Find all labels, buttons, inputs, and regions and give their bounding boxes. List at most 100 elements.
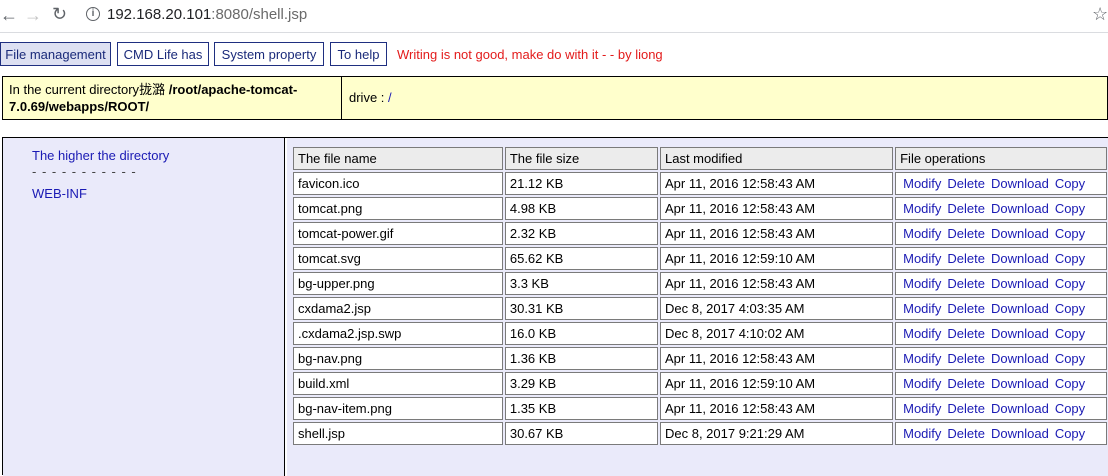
download-link[interactable]: Download: [991, 351, 1049, 366]
garbled-text: 拢潞: [139, 82, 166, 97]
last-modified-cell: Apr 11, 2016 12:58:43 AM: [659, 222, 894, 245]
menu-file-management-button[interactable]: File management: [0, 42, 111, 66]
copy-link[interactable]: Copy: [1055, 276, 1085, 291]
modify-link[interactable]: Modify: [903, 176, 941, 191]
delete-link[interactable]: Delete: [947, 226, 985, 241]
menu-cmd-button[interactable]: CMD Life has: [117, 42, 209, 66]
delete-link[interactable]: Delete: [947, 376, 985, 391]
copy-link[interactable]: Copy: [1055, 176, 1085, 191]
download-link[interactable]: Download: [991, 426, 1049, 441]
table-header-row: The file name The file size Last modifie…: [293, 147, 1107, 170]
delete-link[interactable]: Delete: [947, 426, 985, 441]
file-operations-cell: Modify Delete Download Copy: [895, 197, 1107, 220]
url-host: 192.168.20.101: [107, 6, 212, 23]
url-field[interactable]: 192.168.20.101:8080/shell.jsp: [107, 6, 307, 24]
file-name-cell: bg-upper.png: [293, 272, 503, 295]
file-size-cell: 30.31 KB: [504, 297, 658, 320]
header-file-operations: File operations: [895, 147, 1107, 170]
copy-link[interactable]: Copy: [1055, 426, 1085, 441]
modify-link[interactable]: Modify: [903, 426, 941, 441]
download-link[interactable]: Download: [991, 176, 1049, 191]
modify-link[interactable]: Modify: [903, 201, 941, 216]
bookmark-star-icon[interactable]: ☆: [1092, 4, 1108, 25]
url-rest: :8080/shell.jsp: [211, 6, 308, 23]
header-file-size: The file size: [504, 147, 658, 170]
download-link[interactable]: Download: [991, 251, 1049, 266]
download-link[interactable]: Download: [991, 226, 1049, 241]
download-link[interactable]: Download: [991, 401, 1049, 416]
download-link[interactable]: Download: [991, 376, 1049, 391]
last-modified-cell: Apr 11, 2016 12:58:43 AM: [659, 397, 894, 420]
modify-link[interactable]: Modify: [903, 301, 941, 316]
delete-link[interactable]: Delete: [947, 176, 985, 191]
delete-link[interactable]: Delete: [947, 251, 985, 266]
modify-link[interactable]: Modify: [903, 376, 941, 391]
delete-link[interactable]: Delete: [947, 326, 985, 341]
table-row: bg-upper.png 3.3 KB Apr 11, 2016 12:58:43 …: [293, 272, 1107, 295]
file-table: The file name The file size Last modifie…: [291, 145, 1108, 447]
download-link[interactable]: Download: [991, 301, 1049, 316]
parent-directory-link[interactable]: The higher the directory: [32, 148, 169, 163]
copy-link[interactable]: Copy: [1055, 401, 1085, 416]
download-link[interactable]: Download: [991, 276, 1049, 291]
delete-link[interactable]: Delete: [947, 301, 985, 316]
table-row: tomcat.png 4.98 KB Apr 11, 2016 12:58:43 A…: [293, 197, 1107, 220]
file-browser: The higher the directory - - - - - - - -…: [2, 137, 1108, 476]
modify-link[interactable]: Modify: [903, 351, 941, 366]
modify-link[interactable]: Modify: [903, 251, 941, 266]
copy-link[interactable]: Copy: [1055, 251, 1085, 266]
back-arrow-icon[interactable]: ←: [0, 4, 18, 26]
copy-link[interactable]: Copy: [1055, 351, 1085, 366]
file-name-cell: .cxdama2.jsp.swp: [293, 322, 503, 345]
file-size-cell: 3.29 KB: [504, 372, 658, 395]
address-bar: ← → ↻ i 192.168.20.101:8080/shell.jsp ☆: [0, 0, 1108, 32]
table-row: favicon.ico 21.12 KB Apr 11, 2016 12:58:43…: [293, 172, 1107, 195]
copy-link[interactable]: Copy: [1055, 201, 1085, 216]
file-operations-cell: Modify Delete Download Copy: [895, 347, 1107, 370]
file-operations-cell: Modify Delete Download Copy: [895, 322, 1107, 345]
sidebar-divider: - - - - - - - - - - -: [32, 164, 137, 179]
copy-link[interactable]: Copy: [1055, 326, 1085, 341]
download-link[interactable]: Download: [991, 326, 1049, 341]
site-info-icon[interactable]: i: [86, 7, 100, 21]
file-name-cell: tomcat.svg: [293, 247, 503, 270]
current-directory-bar: In the current directory拢潞 /root/apache-…: [2, 76, 1108, 120]
header-last-modified: Last modified: [659, 147, 894, 170]
directory-sidebar: The higher the directory - - - - - - - -…: [3, 138, 285, 476]
delete-link[interactable]: Delete: [947, 351, 985, 366]
last-modified-cell: Apr 11, 2016 12:58:43 AM: [659, 272, 894, 295]
modify-link[interactable]: Modify: [903, 326, 941, 341]
drive-link[interactable]: /: [388, 90, 392, 105]
modify-link[interactable]: Modify: [903, 401, 941, 416]
modify-link[interactable]: Modify: [903, 226, 941, 241]
menu-system-property-button[interactable]: System property: [214, 42, 324, 66]
copy-link[interactable]: Copy: [1055, 301, 1085, 316]
download-link[interactable]: Download: [991, 201, 1049, 216]
table-row: .cxdama2.jsp.swp 16.0 KB Dec 8, 2017 4:10:…: [293, 322, 1107, 345]
file-operations-cell: Modify Delete Download Copy: [895, 422, 1107, 445]
file-size-cell: 30.67 KB: [504, 422, 658, 445]
delete-link[interactable]: Delete: [947, 201, 985, 216]
file-operations-cell: Modify Delete Download Copy: [895, 247, 1107, 270]
table-row: build.xml 3.29 KB Apr 11, 2016 12:59:10 AM…: [293, 372, 1107, 395]
delete-link[interactable]: Delete: [947, 276, 985, 291]
drive-cell: drive : /: [349, 90, 392, 105]
last-modified-cell: Apr 11, 2016 12:59:10 AM: [659, 247, 894, 270]
drive-label: drive :: [349, 90, 385, 105]
file-operations-cell: Modify Delete Download Copy: [895, 297, 1107, 320]
current-directory-cell: In the current directory拢潞 /root/apache-…: [3, 77, 342, 119]
file-name-cell: shell.jsp: [293, 422, 503, 445]
modify-link[interactable]: Modify: [903, 276, 941, 291]
copy-link[interactable]: Copy: [1055, 376, 1085, 391]
delete-link[interactable]: Delete: [947, 401, 985, 416]
menu-help-button[interactable]: To help: [330, 42, 387, 66]
file-size-cell: 4.98 KB: [504, 197, 658, 220]
file-size-cell: 2.32 KB: [504, 222, 658, 245]
directory-link-web-inf[interactable]: WEB-INF: [32, 186, 87, 201]
file-operations-cell: Modify Delete Download Copy: [895, 172, 1107, 195]
forward-arrow-icon[interactable]: →: [24, 4, 42, 26]
copy-link[interactable]: Copy: [1055, 226, 1085, 241]
file-size-cell: 1.35 KB: [504, 397, 658, 420]
reload-icon[interactable]: ↻: [52, 3, 67, 25]
table-row: tomcat-power.gif 2.32 KB Apr 11, 2016 12:5…: [293, 222, 1107, 245]
